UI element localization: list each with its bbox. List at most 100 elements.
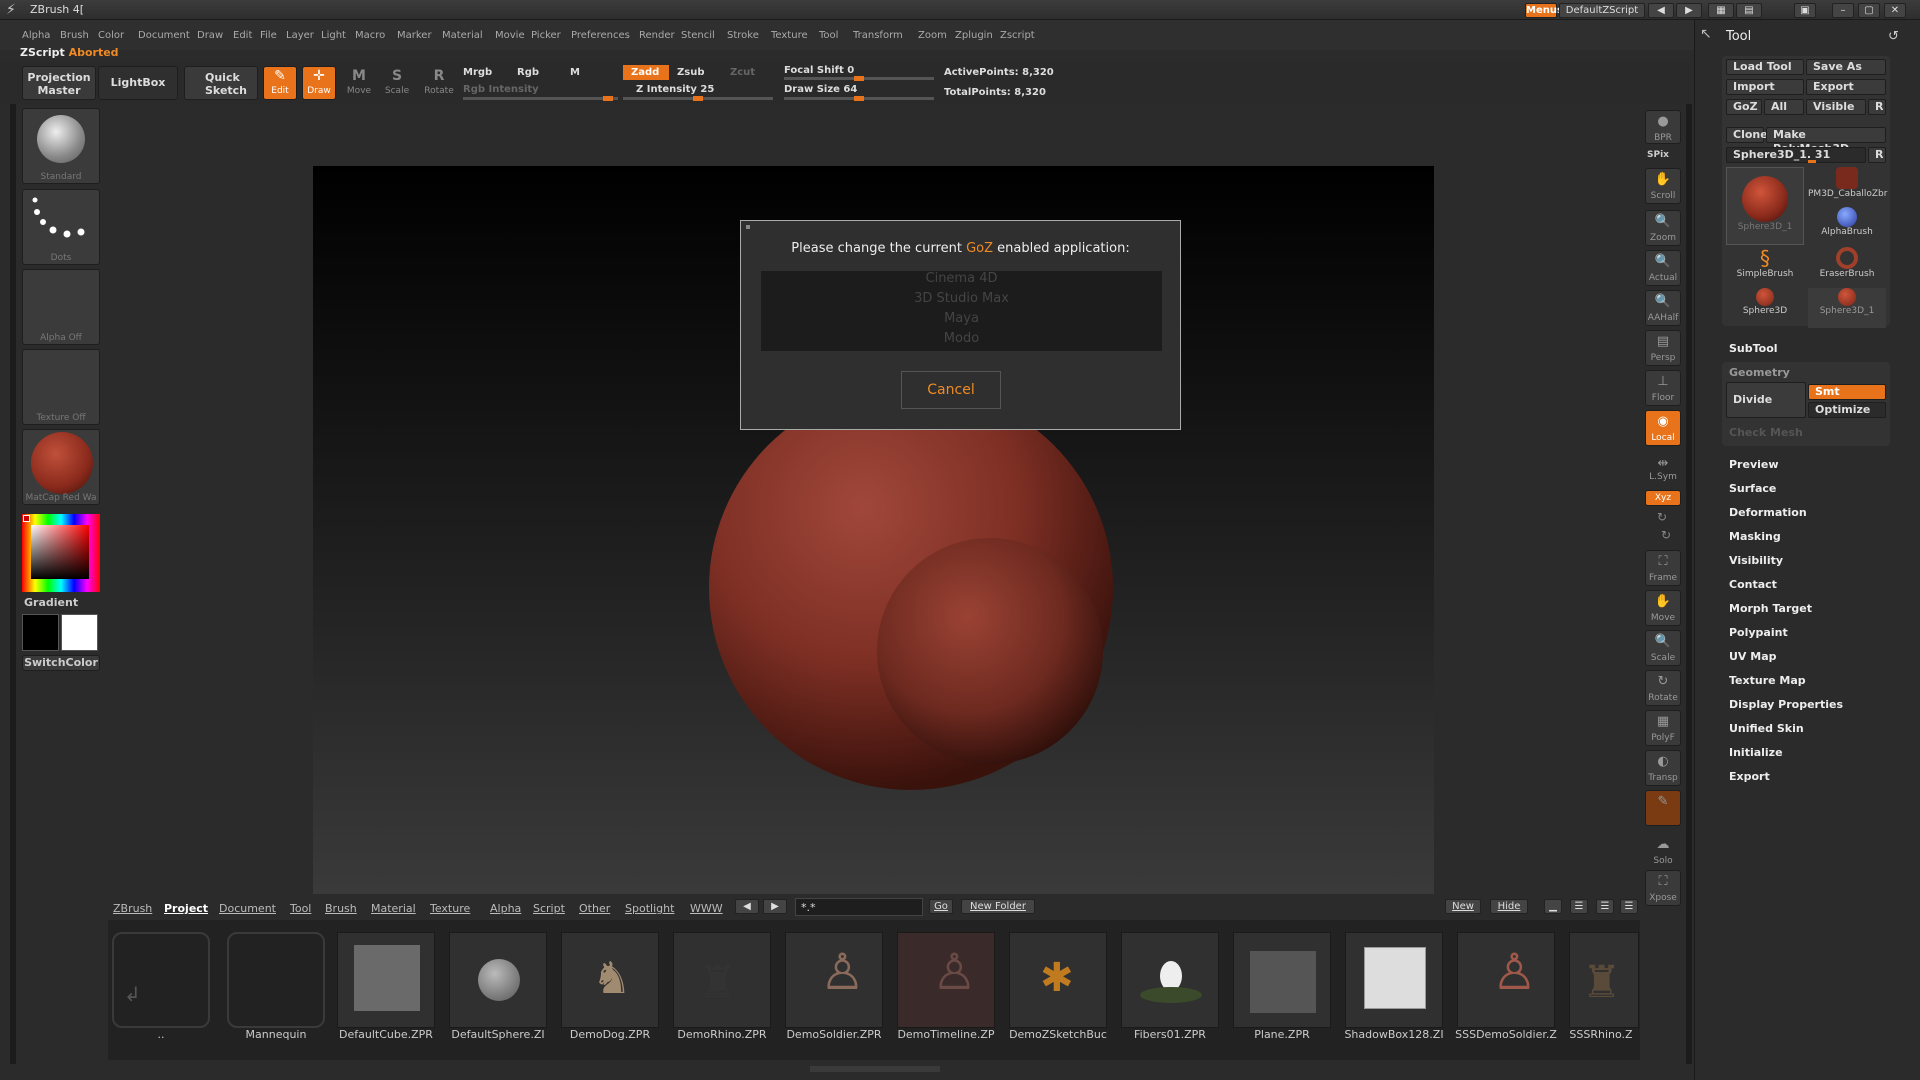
lightbox-tab-project[interactable]: Project bbox=[164, 902, 208, 915]
morph-target-section[interactable]: Morph Target bbox=[1729, 602, 1812, 615]
tool-thumb-pm3d-caballo[interactable]: PM3D_CaballoZbr bbox=[1808, 167, 1887, 207]
lightbox-tab-texture[interactable]: Texture bbox=[430, 902, 470, 915]
lock-icon[interactable]: ▣ bbox=[1794, 3, 1816, 18]
spix-slider[interactable]: SPix bbox=[1647, 150, 1669, 160]
ghost-button[interactable]: ✎ bbox=[1645, 790, 1681, 826]
lightbox-tab-brush[interactable]: Brush bbox=[325, 902, 357, 915]
menu-stencil[interactable]: Stencil bbox=[681, 30, 715, 41]
menu-movie[interactable]: Movie bbox=[495, 30, 525, 41]
menu-file[interactable]: File bbox=[260, 30, 277, 41]
goz-application-list[interactable]: Cinema 4D 3D Studio Max Maya Modo bbox=[761, 271, 1162, 351]
menu-material[interactable]: Material bbox=[442, 30, 483, 41]
tool-thumb-sphere3d[interactable]: Sphere3D bbox=[1726, 288, 1804, 328]
solo-button[interactable]: ☁ Solo bbox=[1645, 833, 1681, 869]
floor-button[interactable]: ⊥ Floor bbox=[1645, 370, 1681, 406]
draw-size-track[interactable] bbox=[784, 96, 934, 101]
menu-brush[interactable]: Brush bbox=[60, 30, 89, 41]
tool-thumb-sphere3d-1[interactable]: Sphere3D_1 bbox=[1726, 167, 1804, 245]
menu-alpha[interactable]: Alpha bbox=[22, 30, 50, 41]
file-item-demodog[interactable]: ♞ bbox=[561, 932, 659, 1028]
rotate-z-icon[interactable]: ↻ bbox=[1661, 528, 1671, 542]
persp-button[interactable]: ▤ Persp bbox=[1645, 330, 1681, 366]
zadd-toggle[interactable]: Zadd bbox=[623, 65, 669, 80]
color-picker-marker[interactable] bbox=[23, 515, 30, 522]
current-tool-slider[interactable]: Sphere3D_1. 31 bbox=[1726, 147, 1866, 163]
transp-button[interactable]: ◐ Transp bbox=[1645, 750, 1681, 786]
layout-next-icon[interactable]: ▶ bbox=[1676, 3, 1702, 18]
tool-palette-title[interactable]: Tool bbox=[1726, 29, 1751, 44]
layout-prev-icon[interactable]: ◀ bbox=[1648, 3, 1674, 18]
file-item-demorhino[interactable]: ♜ bbox=[673, 932, 771, 1028]
menu-preferences[interactable]: Preferences bbox=[571, 30, 630, 41]
file-item-demozsketch[interactable]: ✱ bbox=[1009, 932, 1107, 1028]
menu-stroke[interactable]: Stroke bbox=[727, 30, 759, 41]
deformation-section[interactable]: Deformation bbox=[1729, 506, 1807, 519]
tool-thumb-simplebrush[interactable]: § SimpleBrush bbox=[1726, 247, 1804, 287]
unified-skin-section[interactable]: Unified Skin bbox=[1729, 722, 1804, 735]
lightbox-tab-spotlight[interactable]: Spotlight bbox=[625, 902, 674, 915]
focal-shift-knob[interactable] bbox=[854, 76, 864, 81]
view-large-icon[interactable]: ☰ bbox=[1620, 899, 1638, 914]
right-tray-divider[interactable] bbox=[1686, 104, 1692, 1064]
lightbox-tab-tool[interactable]: Tool bbox=[290, 902, 311, 915]
xpose-button[interactable]: ⛶ Xpose bbox=[1645, 870, 1681, 906]
local-button[interactable]: ◉ Local bbox=[1645, 410, 1681, 446]
texture-selector[interactable]: Texture Off bbox=[22, 349, 100, 425]
move-mode-button[interactable]: M Move bbox=[342, 66, 376, 100]
lightbox-tab-other[interactable]: Other bbox=[579, 902, 610, 915]
visibility-section[interactable]: Visibility bbox=[1729, 554, 1783, 567]
draw-mode-button[interactable]: ✛ Draw bbox=[302, 66, 336, 100]
scale-view-button[interactable]: 🔍 Scale bbox=[1645, 630, 1681, 666]
color-picker-square[interactable] bbox=[31, 525, 89, 579]
lightbox-tab-www[interactable]: WWW bbox=[690, 902, 723, 915]
view-list-icon[interactable]: ☰ bbox=[1570, 899, 1588, 914]
file-item-plane[interactable] bbox=[1233, 932, 1331, 1028]
menu-draw[interactable]: Draw bbox=[197, 30, 223, 41]
menu-transform[interactable]: Transform bbox=[853, 30, 903, 41]
maximize-icon[interactable]: ▢ bbox=[1858, 3, 1880, 18]
lightbox-tab-material[interactable]: Material bbox=[371, 902, 416, 915]
menus-toggle-button[interactable]: Menus bbox=[1525, 3, 1563, 18]
gradient-label[interactable]: Gradient bbox=[24, 596, 78, 609]
polypaint-section[interactable]: Polypaint bbox=[1729, 626, 1788, 639]
goz-button[interactable]: GoZ bbox=[1726, 99, 1762, 115]
minimize-icon[interactable]: – bbox=[1832, 3, 1854, 18]
goz-option-3dsmax[interactable]: 3D Studio Max bbox=[761, 291, 1162, 306]
file-item-fibers01[interactable] bbox=[1121, 932, 1219, 1028]
file-item-sssdemosoldier[interactable]: ♙ bbox=[1457, 932, 1555, 1028]
goz-r-button[interactable]: R bbox=[1868, 99, 1886, 115]
lightbox-button[interactable]: LightBox bbox=[98, 66, 178, 100]
projection-master-button[interactable]: Projection Master bbox=[22, 66, 96, 100]
default-zscript-button[interactable]: DefaultZScript bbox=[1559, 3, 1645, 18]
scroll-button[interactable]: ✋ Scroll bbox=[1645, 168, 1681, 204]
export-tool-button[interactable]: Export bbox=[1806, 79, 1886, 95]
file-item-mannequin[interactable] bbox=[227, 932, 325, 1028]
tool-thumb-alphabrush[interactable]: AlphaBrush bbox=[1808, 207, 1886, 247]
quick-sketch-button[interactable]: Quick Sketch bbox=[184, 66, 258, 100]
contact-section[interactable]: Contact bbox=[1729, 578, 1777, 591]
focal-shift-track[interactable] bbox=[784, 76, 934, 81]
file-item-defaultcube[interactable] bbox=[337, 932, 435, 1028]
layout-icon[interactable]: ▦ bbox=[1708, 3, 1734, 18]
palette-pin-icon[interactable]: ↖ bbox=[1700, 26, 1712, 42]
file-item-parent[interactable]: ↲ bbox=[112, 932, 210, 1028]
menu-light[interactable]: Light bbox=[321, 30, 346, 41]
focal-shift-slider[interactable]: Focal Shift 0 bbox=[784, 65, 854, 76]
goz-option-modo[interactable]: Modo bbox=[761, 331, 1162, 346]
file-item-demosoldier[interactable]: ♙ bbox=[785, 932, 883, 1028]
z-intensity-track[interactable] bbox=[623, 96, 773, 101]
preview-section[interactable]: Preview bbox=[1729, 458, 1779, 471]
menu-picker[interactable]: Picker bbox=[531, 30, 561, 41]
lightbox-scroll-handle[interactable] bbox=[810, 1066, 940, 1072]
menu-render[interactable]: Render bbox=[639, 30, 675, 41]
cancel-button[interactable]: Cancel bbox=[901, 371, 1001, 409]
initialize-section[interactable]: Initialize bbox=[1729, 746, 1783, 759]
view-small-icon[interactable]: ▁ bbox=[1544, 899, 1562, 914]
goz-option-cinema4d[interactable]: Cinema 4D bbox=[761, 271, 1162, 286]
polyframe-button[interactable]: ▦ PolyF bbox=[1645, 710, 1681, 746]
menu-macro[interactable]: Macro bbox=[355, 30, 385, 41]
menu-zplugin[interactable]: Zplugin bbox=[955, 30, 993, 41]
masking-section[interactable]: Masking bbox=[1729, 530, 1781, 543]
export-section[interactable]: Export bbox=[1729, 770, 1770, 783]
zoom-button[interactable]: 🔍 Zoom bbox=[1645, 210, 1681, 246]
